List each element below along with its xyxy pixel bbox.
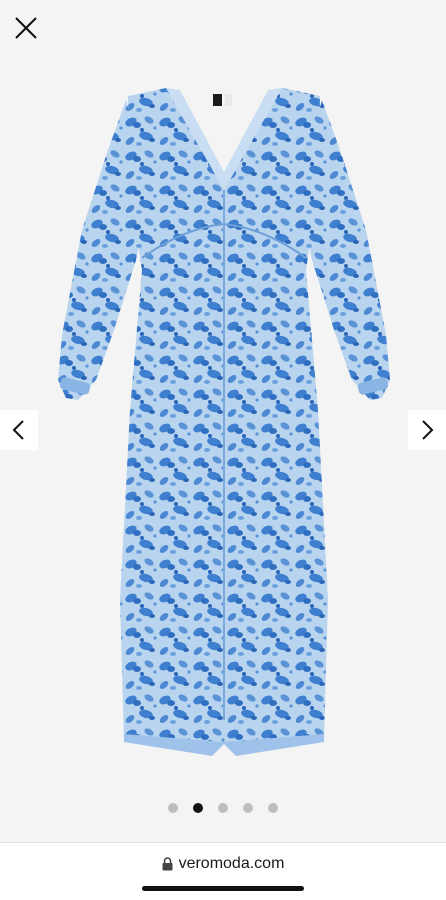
close-button[interactable] xyxy=(12,14,40,42)
previous-image-button[interactable] xyxy=(0,410,38,450)
pagination-dot-active[interactable] xyxy=(193,803,203,813)
lock-icon xyxy=(162,857,173,871)
chevron-right-icon xyxy=(422,420,434,440)
next-image-button[interactable] xyxy=(408,410,446,450)
pagination-dot[interactable] xyxy=(168,803,178,813)
image-pagination-dots xyxy=(0,803,446,813)
home-indicator[interactable] xyxy=(142,886,304,891)
pagination-dot[interactable] xyxy=(268,803,278,813)
product-image-dress xyxy=(58,88,390,756)
pagination-dot[interactable] xyxy=(243,803,253,813)
close-icon xyxy=(15,17,37,39)
browser-address-bar[interactable]: veromoda.com xyxy=(0,842,446,900)
url-domain-text: veromoda.com xyxy=(178,855,285,872)
pagination-dot[interactable] xyxy=(218,803,228,813)
image-viewer xyxy=(0,0,446,842)
chevron-left-icon xyxy=(12,420,24,440)
